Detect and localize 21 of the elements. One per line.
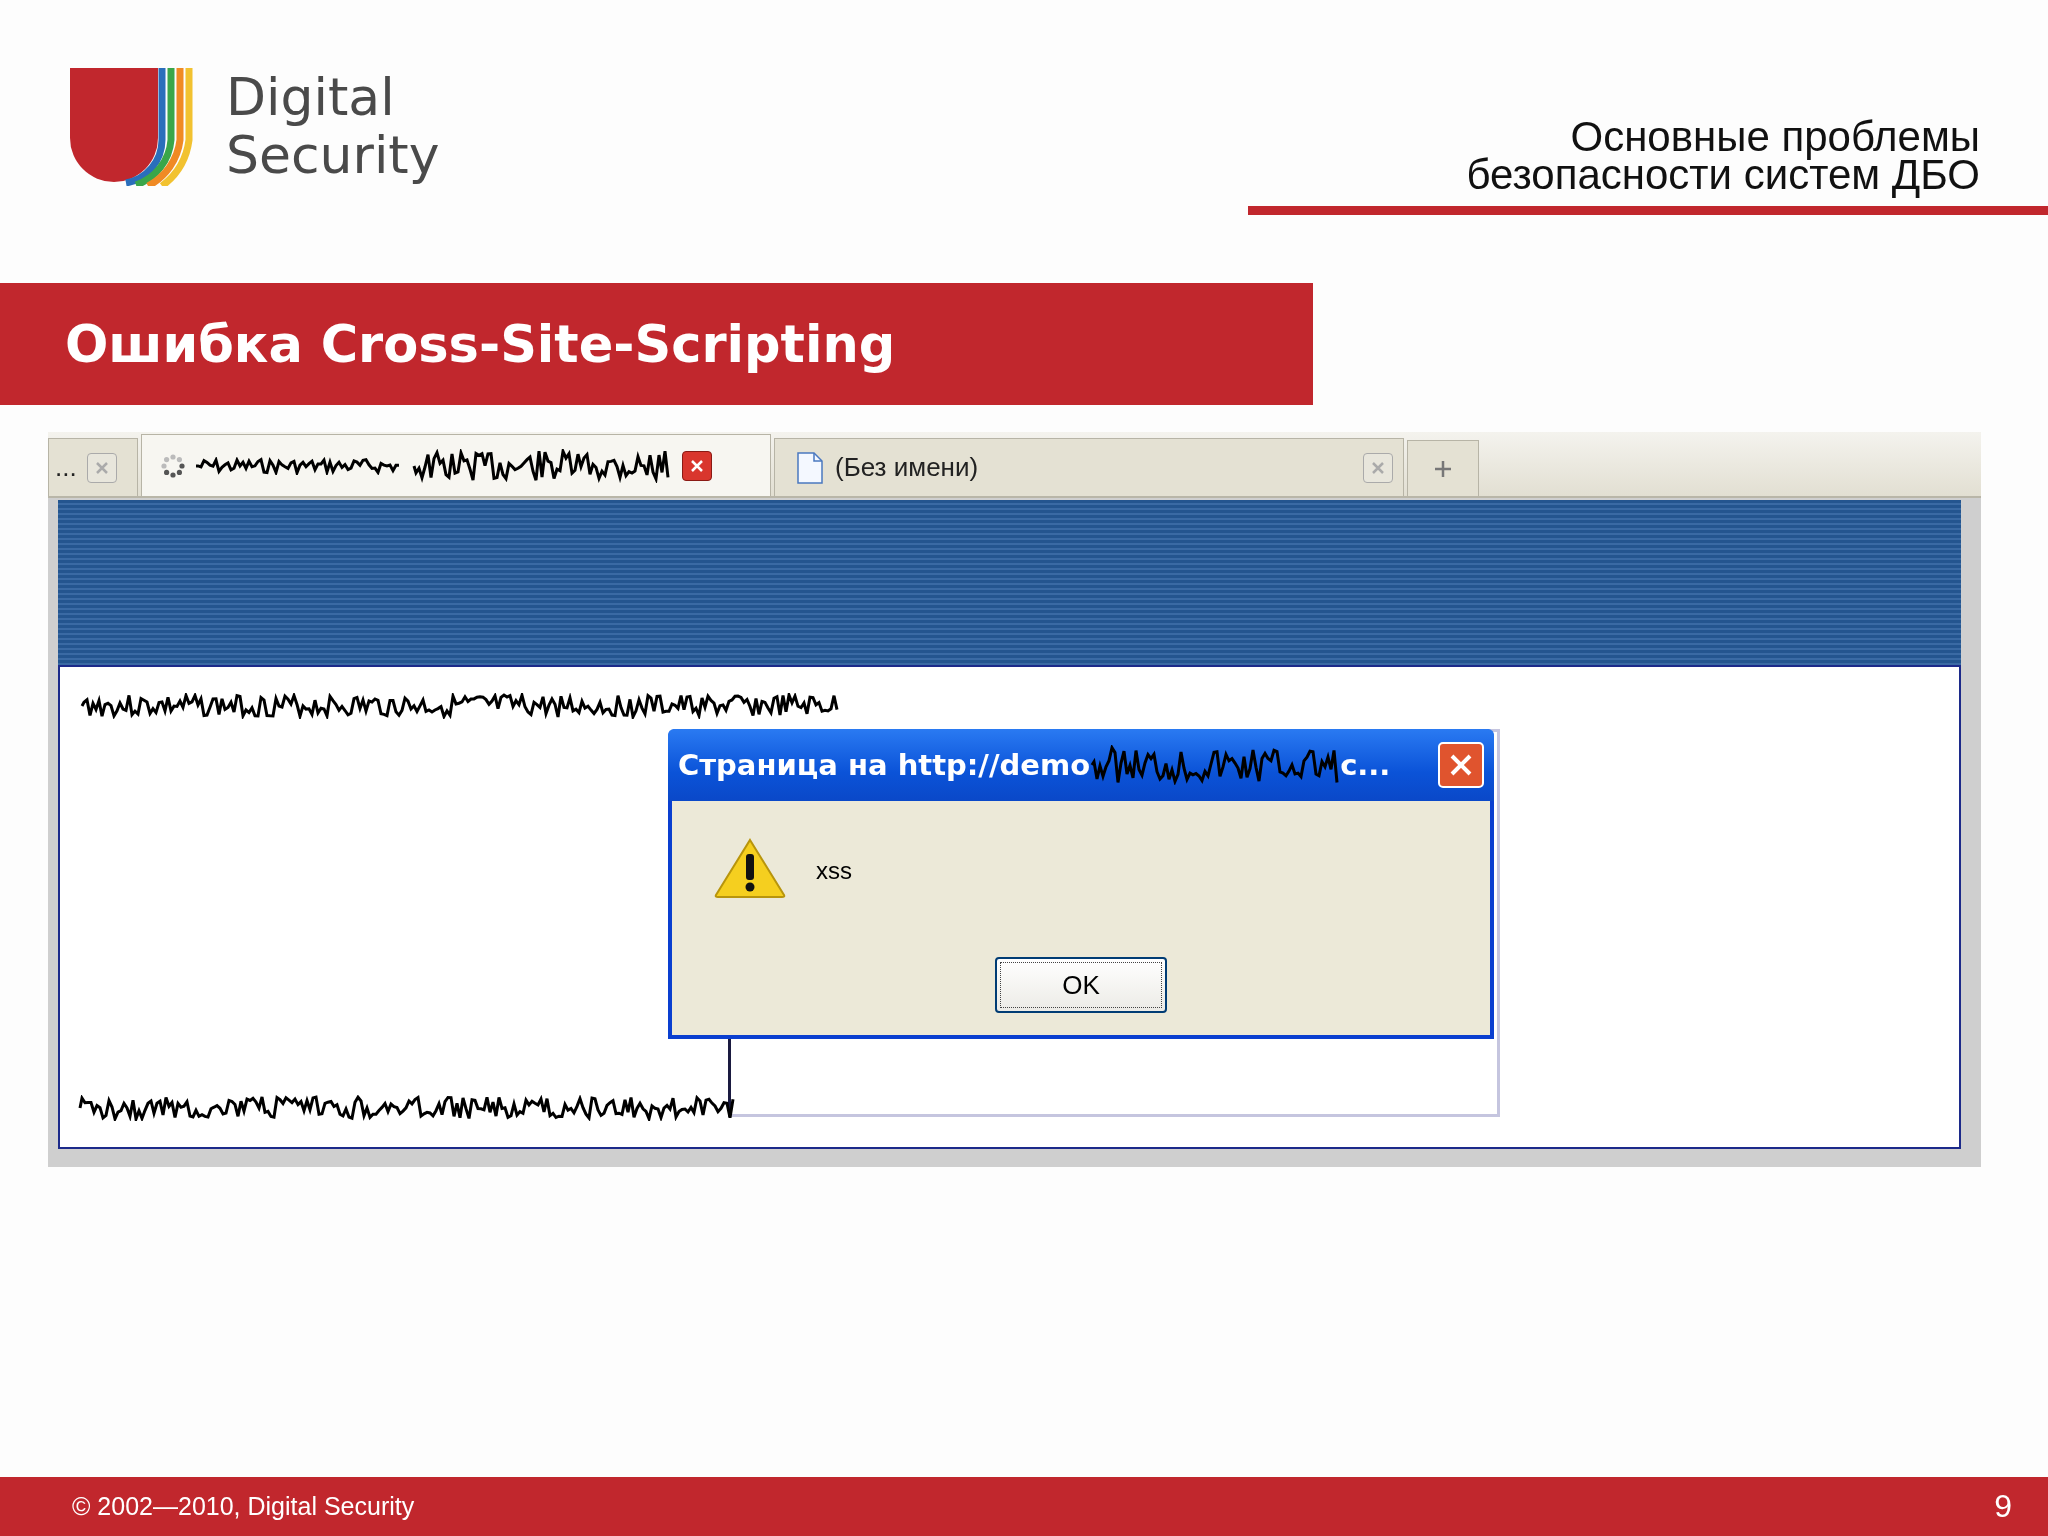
page-number: 9	[1994, 1488, 2012, 1525]
browser-tab[interactable]	[141, 434, 771, 496]
close-icon	[689, 457, 705, 474]
browser-tab[interactable]: ...	[48, 438, 138, 496]
logo-text: Digital	[226, 68, 396, 126]
dialog-message: xss	[816, 857, 852, 885]
dialog-title: c...	[1340, 748, 1391, 782]
close-icon	[93, 459, 110, 476]
page-icon	[797, 451, 823, 484]
spinner-icon	[160, 452, 186, 479]
logo-text: Security	[226, 126, 440, 184]
copyright-text: © 2002—2010, Digital Security	[72, 1492, 415, 1521]
close-icon	[1448, 752, 1474, 778]
close-icon	[1370, 459, 1386, 476]
warning-icon	[714, 837, 786, 899]
slide-title: Ошибка Cross-Site-Scripting	[65, 314, 896, 374]
ok-button[interactable]: OK	[995, 957, 1167, 1013]
dialog-title: Страница на http://demo	[678, 748, 1091, 782]
browser-tab[interactable]: (Без имени)	[774, 438, 1404, 496]
close-button[interactable]	[682, 450, 712, 481]
plus-icon	[1433, 458, 1453, 479]
